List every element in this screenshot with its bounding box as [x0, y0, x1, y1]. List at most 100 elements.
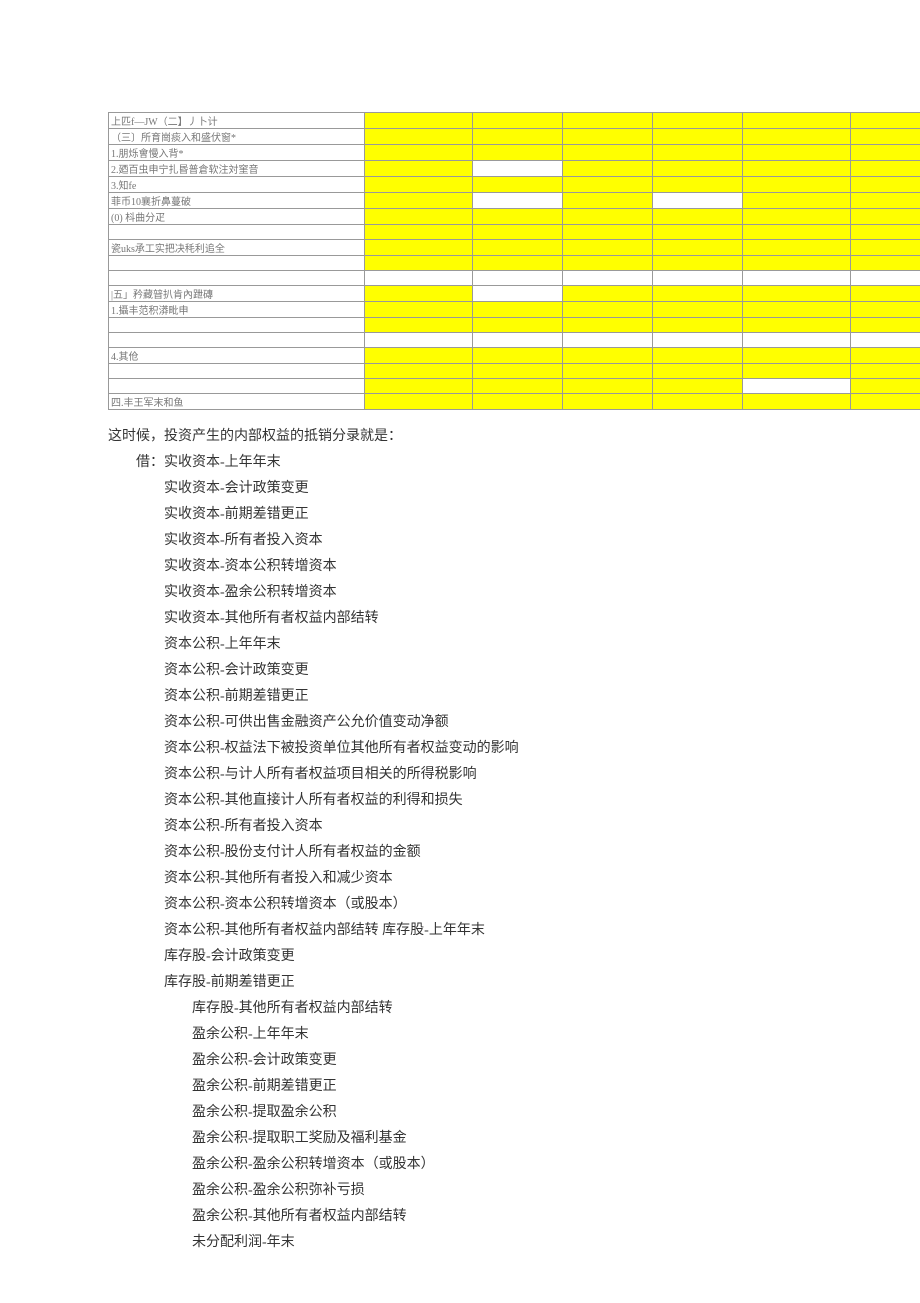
data-cell: [473, 271, 563, 286]
data-cell: [743, 177, 851, 193]
data-cell: [473, 379, 563, 394]
journal-line: 实收资本-盈余公积转增资本: [108, 580, 880, 606]
data-cell: [365, 161, 473, 177]
journal-line: 资本公积-上年年末: [108, 632, 880, 658]
data-cell: [365, 177, 473, 193]
journal-line: 资本公积-可供出售金融资产公允价值变动净额: [108, 710, 880, 736]
data-cell: [563, 129, 653, 145]
journal-line: 库存股-会计政策变更: [108, 944, 880, 970]
table-row: [109, 271, 920, 286]
journal-line: 盈余公积-提取职工奖励及福利基金: [108, 1126, 880, 1152]
data-cell: [473, 113, 563, 129]
journal-line: 资本公积-其他所有者权益内部结转 库存股-上年年末: [108, 918, 880, 944]
data-cell: [743, 209, 851, 225]
data-cell: [743, 225, 851, 240]
row-label: [109, 333, 365, 348]
journal-line: 盈余公积-前期差错更正: [108, 1074, 880, 1100]
table-row: （三〕所育崗痰入和盛伏窗*: [109, 129, 920, 145]
data-cell: [851, 145, 920, 161]
table-row: 4.其伧: [109, 348, 920, 364]
data-cell: [563, 256, 653, 271]
data-cell: [473, 333, 563, 348]
data-cell: [743, 193, 851, 209]
journal-line: 资本公积-会计政策变更: [108, 658, 880, 684]
data-cell: [473, 302, 563, 318]
data-cell: [851, 129, 920, 145]
row-label: [109, 225, 365, 240]
data-cell: [653, 286, 743, 302]
data-cell: [473, 129, 563, 145]
row-label: [109, 318, 365, 333]
data-cell: [653, 161, 743, 177]
data-cell: [743, 240, 851, 256]
data-cell: [473, 240, 563, 256]
data-cell: [653, 364, 743, 379]
data-cell: [653, 256, 743, 271]
data-cell: [365, 240, 473, 256]
data-cell: [473, 161, 563, 177]
journal-line: 资本公积-与计人所有者权益项目相关的所得税影响: [108, 762, 880, 788]
data-cell: [473, 177, 563, 193]
data-cell: [653, 129, 743, 145]
data-cell: [563, 318, 653, 333]
row-label: 4.其伧: [109, 348, 365, 364]
data-cell: [851, 113, 920, 129]
table-row: [109, 225, 920, 240]
journal-line: 资本公积-权益法下被投资单位其他所有者权益变动的影响: [108, 736, 880, 762]
data-cell: [743, 394, 851, 410]
data-cell: [653, 333, 743, 348]
data-cell: [563, 394, 653, 410]
data-cell: [653, 348, 743, 364]
data-cell: [473, 225, 563, 240]
data-cell: [851, 225, 920, 240]
data-cell: [563, 225, 653, 240]
data-cell: [563, 271, 653, 286]
data-cell: [851, 193, 920, 209]
data-cell: [365, 209, 473, 225]
data-cell: [563, 161, 653, 177]
data-cell: [365, 256, 473, 271]
row-label: [109, 256, 365, 271]
data-cell: [851, 161, 920, 177]
journal-line: 盈余公积-会计政策变更: [108, 1048, 880, 1074]
row-label: 菲币10襄折鼻蔓破: [109, 193, 365, 209]
journal-line: 盈余公积-其他所有者权益内部结转: [108, 1204, 880, 1230]
data-cell: [365, 333, 473, 348]
row-label: [109, 271, 365, 286]
data-cell: [743, 318, 851, 333]
data-cell: [365, 394, 473, 410]
row-label: [109, 364, 365, 379]
yellow-grid-table: 上匹f—JW（二】丿卜计（三〕所育崗痰入和盛伏窗*1.朋烁會慢入背*2.廼百虫申…: [108, 112, 920, 410]
data-cell: [365, 286, 473, 302]
data-cell: [365, 271, 473, 286]
journal-line: 借：实收资本-上年年末: [108, 450, 880, 476]
data-cell: [653, 271, 743, 286]
data-cell: [653, 193, 743, 209]
data-cell: [653, 225, 743, 240]
data-cell: [851, 302, 920, 318]
data-cell: [653, 145, 743, 161]
row-label: 1.攝丰范积漭毗申: [109, 302, 365, 318]
table-row: 菲币10襄折鼻蔓破: [109, 193, 920, 209]
data-cell: [653, 240, 743, 256]
data-cell: [851, 177, 920, 193]
data-cell: [473, 256, 563, 271]
data-cell: [851, 333, 920, 348]
data-cell: [563, 209, 653, 225]
entry-text-block: 这时候，投资产生的内部权益的抵销分录就是： 借：实收资本-上年年末实收资本-会计…: [108, 410, 880, 1256]
data-cell: [851, 286, 920, 302]
data-cell: [563, 302, 653, 318]
data-cell: [851, 348, 920, 364]
yellow-table-container: 上匹f—JW（二】丿卜计（三〕所育崗痰入和盛伏窗*1.朋烁會慢入背*2.廼百虫申…: [108, 112, 920, 410]
table-row: [109, 379, 920, 394]
journal-line: 资本公积-所有者投入资本: [108, 814, 880, 840]
data-cell: [473, 286, 563, 302]
data-cell: [473, 193, 563, 209]
data-cell: [473, 364, 563, 379]
journal-line: 资本公积-股份支付计人所有者权益的金额: [108, 840, 880, 866]
data-cell: [365, 364, 473, 379]
data-cell: [563, 364, 653, 379]
journal-line: 实收资本-其他所有者权益内部结转: [108, 606, 880, 632]
data-cell: [365, 379, 473, 394]
data-cell: [473, 209, 563, 225]
